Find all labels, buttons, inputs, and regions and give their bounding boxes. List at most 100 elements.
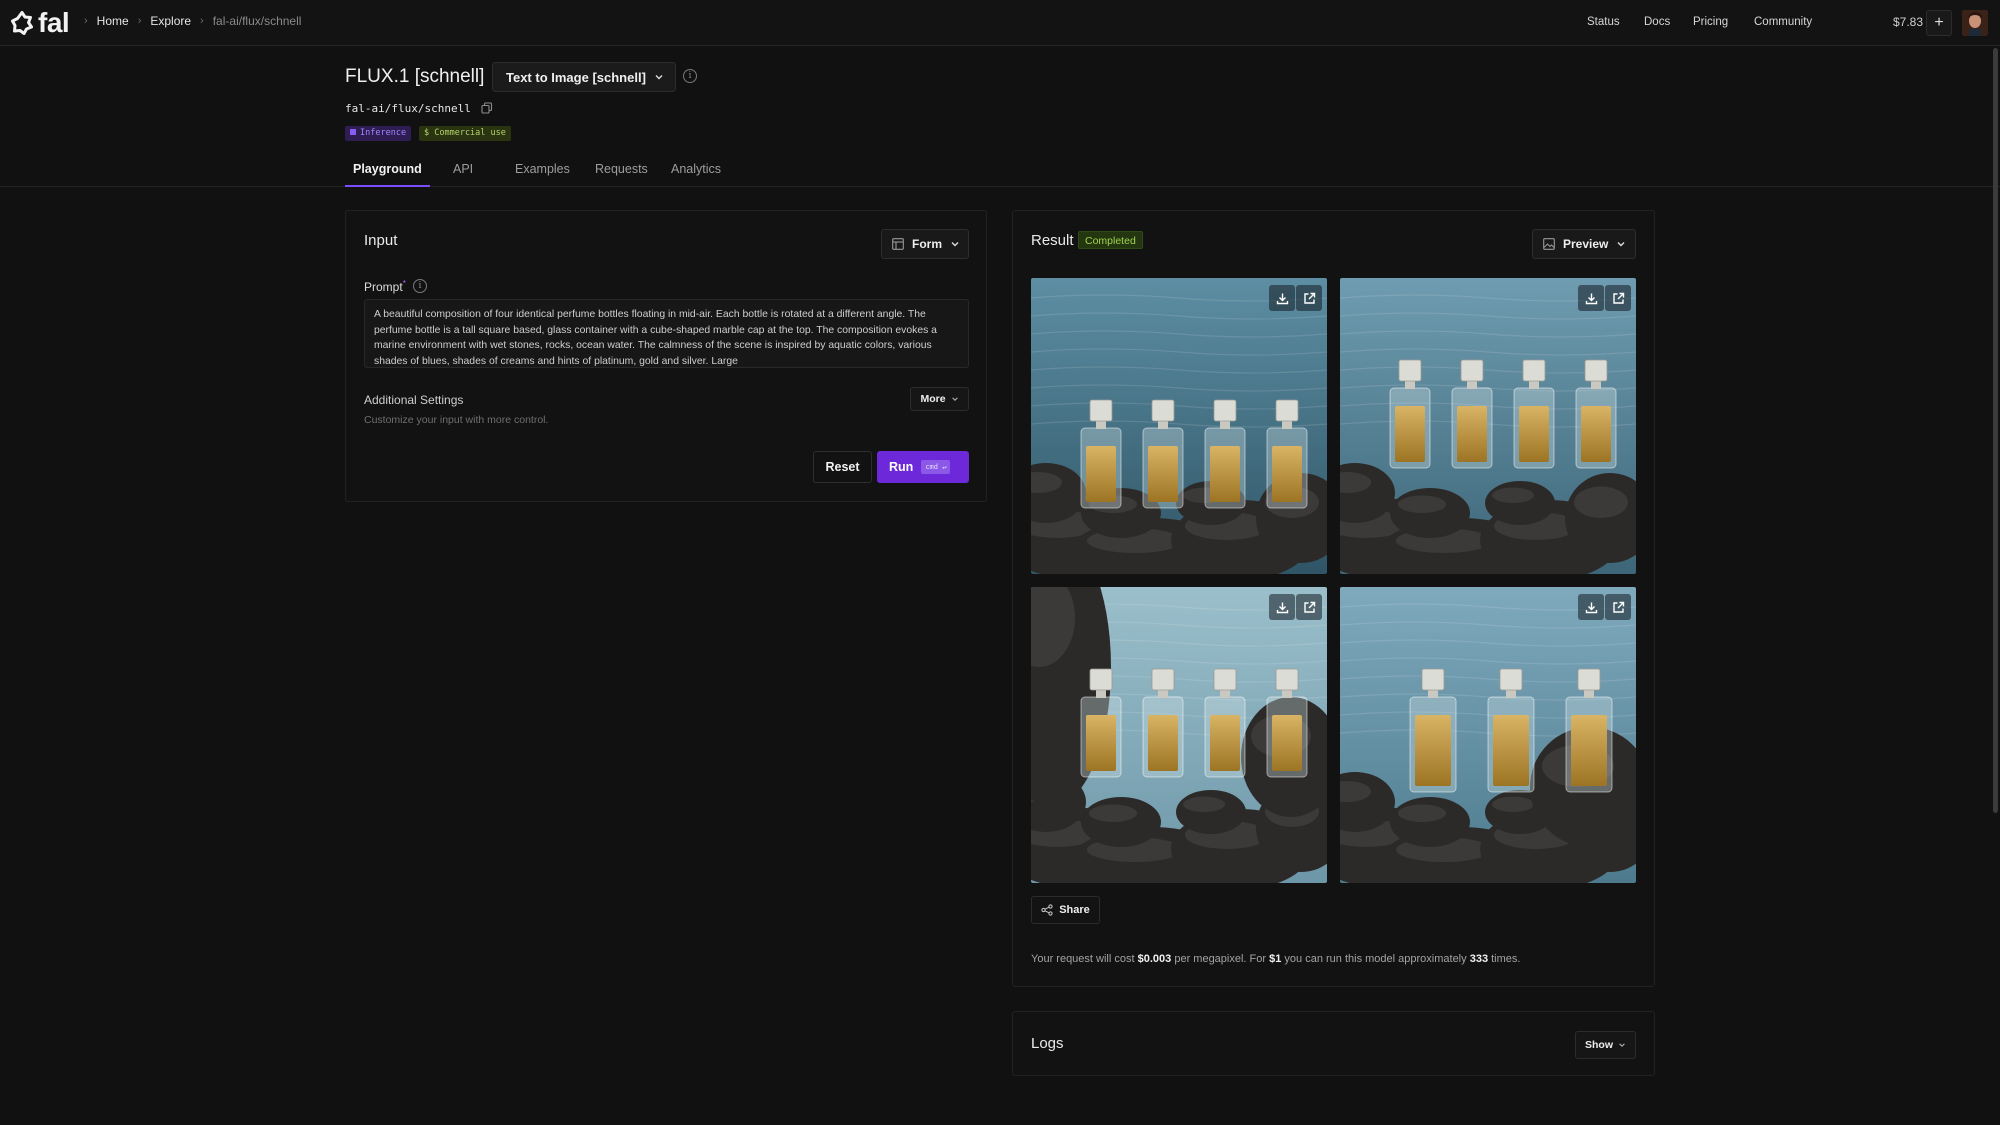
cost-mid2: you can run this model approximately (1284, 953, 1467, 965)
page-scrollbar[interactable] (1993, 48, 1998, 813)
share-label: Share (1059, 904, 1090, 916)
more-settings-button[interactable]: More (910, 387, 969, 411)
download-icon (1585, 293, 1597, 304)
result-image[interactable] (1340, 587, 1636, 883)
credits-balance[interactable]: $7.83 (1893, 15, 1923, 29)
open-image-button[interactable] (1605, 285, 1631, 311)
download-image-button[interactable] (1269, 285, 1295, 311)
logs-toggle-button[interactable]: Show (1575, 1031, 1636, 1059)
tab-requests[interactable]: Requests (587, 162, 656, 187)
chevron-down-icon (951, 242, 959, 247)
tab-playground[interactable]: Playground (345, 162, 430, 187)
additional-settings-hint: Customize your input with more control. (364, 414, 549, 426)
open-image-button[interactable] (1605, 594, 1631, 620)
required-mark: * (402, 279, 406, 288)
breadcrumb-home[interactable]: Home (97, 14, 129, 28)
run-shortcut-hint: cmd ↵ (921, 460, 951, 474)
form-icon (892, 238, 904, 250)
endpoint-label: Text to Image [schnell] (506, 69, 646, 85)
external-link-icon (1612, 601, 1624, 613)
user-avatar-image (1962, 10, 1988, 36)
add-credits-button[interactable]: + (1926, 10, 1952, 36)
tab-api[interactable]: API (445, 162, 481, 187)
inference-badge: Inference (345, 126, 412, 141)
chevron-down-icon (951, 397, 958, 401)
status-badge: Completed (1078, 231, 1143, 249)
reset-button[interactable]: Reset (813, 451, 872, 483)
preview-view-label: Preview (1563, 237, 1609, 251)
nav-link-community[interactable]: Community (1754, 16, 1812, 28)
commercial-use-badge: $ Commercial use (419, 126, 511, 141)
cost-suffix: times. (1491, 953, 1521, 965)
perfume-photo (1031, 587, 1327, 883)
perfume-photo (1340, 587, 1636, 883)
more-settings-label: More (920, 393, 946, 405)
cost-estimate: Your request will cost $0.003 per megapi… (1031, 953, 1520, 965)
download-icon (1276, 602, 1288, 613)
logs-panel-title: Logs (1031, 1035, 1064, 1052)
prompt-textarea[interactable]: A beautiful composition of four identica… (364, 299, 969, 368)
model-header (0, 46, 2000, 187)
avatar[interactable] (1962, 10, 1988, 36)
perfume-photo (1340, 278, 1636, 574)
cost-runs: 333 (1469, 953, 1489, 965)
cost-prefix: Your request will cost (1031, 953, 1135, 965)
nav-link-docs[interactable]: Docs (1644, 16, 1670, 28)
chevron-down-icon (655, 75, 663, 80)
cost-budget: $1 (1269, 953, 1282, 965)
share-button[interactable]: Share (1031, 896, 1100, 924)
run-label: Run (889, 460, 914, 474)
breadcrumb-explore[interactable]: Explore (150, 14, 191, 28)
logs-toggle-label: Show (1585, 1039, 1613, 1051)
inference-badge-label: Inference (360, 128, 407, 138)
page-title: FLUX.1 [schnell] (345, 66, 485, 87)
cost-price: $0.003 (1137, 953, 1172, 965)
download-image-button[interactable] (1269, 594, 1295, 620)
chevron-down-icon (1619, 1043, 1625, 1047)
prompt-info-icon[interactable]: i (413, 279, 427, 293)
info-icon[interactable]: i (683, 69, 697, 83)
breadcrumb: › Home › Explore › fal-ai/flux/schnell (84, 14, 301, 28)
external-link-icon (1303, 292, 1315, 304)
result-image[interactable] (1031, 587, 1327, 883)
open-image-button[interactable] (1296, 285, 1322, 311)
perfume-photo (1031, 278, 1327, 574)
external-link-icon (1612, 292, 1624, 304)
preview-view-selector[interactable]: Preview (1532, 229, 1636, 259)
form-view-selector[interactable]: Form (881, 229, 969, 259)
enter-key: ↵ (942, 463, 947, 471)
nav-link-status[interactable]: Status (1587, 16, 1620, 28)
prompt-label-text: Prompt (364, 280, 403, 294)
chevron-down-icon (1617, 242, 1625, 247)
download-icon (1276, 293, 1288, 304)
copy-icon[interactable] (481, 102, 493, 114)
open-image-button[interactable] (1296, 594, 1322, 620)
share-icon (1041, 904, 1053, 916)
prompt-label: Prompt* (364, 279, 406, 294)
run-button[interactable]: Run cmd ↵ (877, 451, 969, 483)
top-navigation-bar: fal › Home › Explore › fal-ai/flux/schne… (0, 0, 2000, 46)
cost-mid1: per megapixel. For (1174, 953, 1267, 965)
inference-square-icon (350, 129, 356, 135)
result-panel-title: Result (1031, 232, 1074, 249)
result-image[interactable] (1031, 278, 1327, 574)
external-link-icon (1303, 601, 1315, 613)
chevron-right-icon: › (84, 15, 88, 27)
chevron-right-icon: › (200, 15, 204, 27)
fal-logo-icon (11, 11, 33, 35)
download-image-button[interactable] (1578, 594, 1604, 620)
chevron-right-icon: › (137, 15, 142, 27)
logs-panel (1012, 1011, 1655, 1076)
fal-logo[interactable]: fal (10, 7, 70, 38)
logo-wordmark: fal (38, 7, 70, 38)
tab-examples[interactable]: Examples (507, 162, 578, 187)
input-panel-title: Input (364, 232, 398, 249)
endpoint-selector[interactable]: Text to Image [schnell] (492, 62, 676, 92)
cmd-key: cmd (925, 463, 938, 471)
breadcrumb-current-model[interactable]: fal-ai/flux/schnell (213, 14, 302, 28)
nav-link-pricing[interactable]: Pricing (1693, 16, 1728, 28)
download-image-button[interactable] (1578, 285, 1604, 311)
tab-analytics[interactable]: Analytics (663, 162, 729, 187)
result-image[interactable] (1340, 278, 1636, 574)
plus-icon: + (1934, 14, 1944, 31)
